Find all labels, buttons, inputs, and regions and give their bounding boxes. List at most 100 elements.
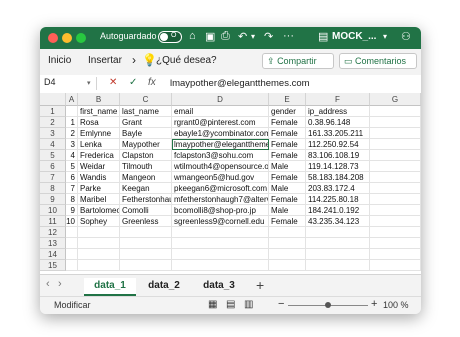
row-header[interactable]: 5: [40, 150, 66, 161]
cell-e14[interactable]: [269, 249, 306, 260]
maximize-window-button[interactable]: [76, 33, 86, 43]
cell-e6[interactable]: Male: [269, 161, 306, 172]
cell-g10[interactable]: [370, 205, 421, 216]
cell-b8[interactable]: Parke: [78, 183, 120, 194]
cell-b4[interactable]: Lenka: [78, 139, 120, 150]
row-header[interactable]: 14: [40, 249, 66, 260]
row-header[interactable]: 8: [40, 183, 66, 194]
tab-insertar[interactable]: Insertar: [88, 55, 122, 66]
cell-f10[interactable]: 184.241.0.192: [306, 205, 370, 216]
cell-a4[interactable]: 3: [66, 139, 78, 150]
cell-e12[interactable]: [269, 227, 306, 238]
cell-c14[interactable]: [120, 249, 172, 260]
share-person-icon[interactable]: ⚇: [401, 30, 411, 43]
zoom-in-icon[interactable]: +: [371, 298, 377, 310]
cell-g7[interactable]: [370, 172, 421, 183]
cell-d5[interactable]: fclapston3@sohu.com: [172, 150, 269, 161]
column-header-c[interactable]: C: [120, 93, 172, 106]
normal-view-icon[interactable]: ▦: [208, 299, 217, 310]
row-header[interactable]: 10: [40, 205, 66, 216]
column-header-f[interactable]: F: [306, 93, 370, 106]
cell-g13[interactable]: [370, 238, 421, 249]
cell-a10[interactable]: 9: [66, 205, 78, 216]
cell-d8[interactable]: pkeegan6@microsoft.com: [172, 183, 269, 194]
cell-d2[interactable]: rgrant0@pinterest.com: [172, 117, 269, 128]
cell-b1[interactable]: first_name: [78, 106, 120, 117]
cell-e10[interactable]: Male: [269, 205, 306, 216]
row-header[interactable]: 4: [40, 139, 66, 150]
ribbon-more-icon[interactable]: ›: [132, 53, 136, 67]
cell-a11[interactable]: 10: [66, 216, 78, 227]
cell-b2[interactable]: Rosa: [78, 117, 120, 128]
cell-f15[interactable]: [306, 260, 370, 271]
cell-c3[interactable]: Bayle: [120, 128, 172, 139]
cell-d4[interactable]: lmaypother@elegantthemes.com: [172, 139, 269, 150]
cell-b10[interactable]: Bartolomeo: [78, 205, 120, 216]
cell-a15[interactable]: [66, 260, 78, 271]
cell-d12[interactable]: [172, 227, 269, 238]
row-header[interactable]: 13: [40, 238, 66, 249]
cell-g5[interactable]: [370, 150, 421, 161]
print-icon[interactable]: ⎙: [221, 30, 230, 43]
formula-input[interactable]: lmaypother@elegantthemes.com: [170, 78, 310, 89]
cell-a1[interactable]: [66, 106, 78, 117]
row-header[interactable]: 9: [40, 194, 66, 205]
cell-d6[interactable]: wtilmouth4@opensource.org: [172, 161, 269, 172]
cell-e1[interactable]: gender: [269, 106, 306, 117]
cell-e2[interactable]: Female: [269, 117, 306, 128]
cell-a5[interactable]: 4: [66, 150, 78, 161]
cell-c5[interactable]: Clapston: [120, 150, 172, 161]
row-header[interactable]: 6: [40, 161, 66, 172]
cell-f7[interactable]: 58.183.184.208: [306, 172, 370, 183]
cell-e11[interactable]: Female: [269, 216, 306, 227]
cell-g14[interactable]: [370, 249, 421, 260]
cell-e7[interactable]: Female: [269, 172, 306, 183]
cell-e15[interactable]: [269, 260, 306, 271]
sheet-prev-icon[interactable]: ‹: [46, 278, 50, 290]
cell-b12[interactable]: [78, 227, 120, 238]
cell-a2[interactable]: 1: [66, 117, 78, 128]
cell-c13[interactable]: [120, 238, 172, 249]
cell-d3[interactable]: ebayle1@ycombinator.com: [172, 128, 269, 139]
more-icon[interactable]: ···: [283, 30, 294, 42]
column-header-g[interactable]: G: [370, 93, 421, 106]
cell-b9[interactable]: Maribel: [78, 194, 120, 205]
row-header[interactable]: 2: [40, 117, 66, 128]
cell-f8[interactable]: 203.83.172.4: [306, 183, 370, 194]
row-header[interactable]: 11: [40, 216, 66, 227]
cell-c6[interactable]: Tilmouth: [120, 161, 172, 172]
cell-b7[interactable]: Wandis: [78, 172, 120, 183]
cell-f6[interactable]: 119.14.128.73: [306, 161, 370, 172]
cell-c2[interactable]: Grant: [120, 117, 172, 128]
cell-d7[interactable]: wmangeon5@hud.gov: [172, 172, 269, 183]
cell-f14[interactable]: [306, 249, 370, 260]
cell-g2[interactable]: [370, 117, 421, 128]
cell-d13[interactable]: [172, 238, 269, 249]
cell-f3[interactable]: 161.33.205.211: [306, 128, 370, 139]
cell-g6[interactable]: [370, 161, 421, 172]
cell-g15[interactable]: [370, 260, 421, 271]
cell-c4[interactable]: Maypother: [120, 139, 172, 150]
cell-c7[interactable]: Mangeon: [120, 172, 172, 183]
cell-c8[interactable]: Keegan: [120, 183, 172, 194]
cell-a8[interactable]: 7: [66, 183, 78, 194]
cell-f9[interactable]: 114.225.80.18: [306, 194, 370, 205]
column-header-d[interactable]: D: [172, 93, 269, 106]
column-header-a[interactable]: A: [66, 93, 78, 106]
undo-icon[interactable]: ↶: [238, 30, 247, 43]
cell-d14[interactable]: [172, 249, 269, 260]
row-header[interactable]: 12: [40, 227, 66, 238]
close-window-button[interactable]: [48, 33, 58, 43]
save-icon[interactable]: ▣: [205, 30, 215, 43]
cell-a7[interactable]: 6: [66, 172, 78, 183]
share-button[interactable]: ⇪ Compartir: [262, 53, 334, 69]
comments-button[interactable]: ▭ Comentarios: [339, 53, 417, 69]
cancel-icon[interactable]: ✕: [109, 77, 117, 88]
name-box-dropdown-icon[interactable]: ▾: [87, 79, 91, 87]
sheet-tab-data-1[interactable]: data_1: [84, 278, 136, 296]
cell-f5[interactable]: 83.106.108.19: [306, 150, 370, 161]
cell-b11[interactable]: Sophey: [78, 216, 120, 227]
cell-g11[interactable]: [370, 216, 421, 227]
cell-f1[interactable]: ip_address: [306, 106, 370, 117]
page-layout-icon[interactable]: ▤: [226, 299, 235, 310]
